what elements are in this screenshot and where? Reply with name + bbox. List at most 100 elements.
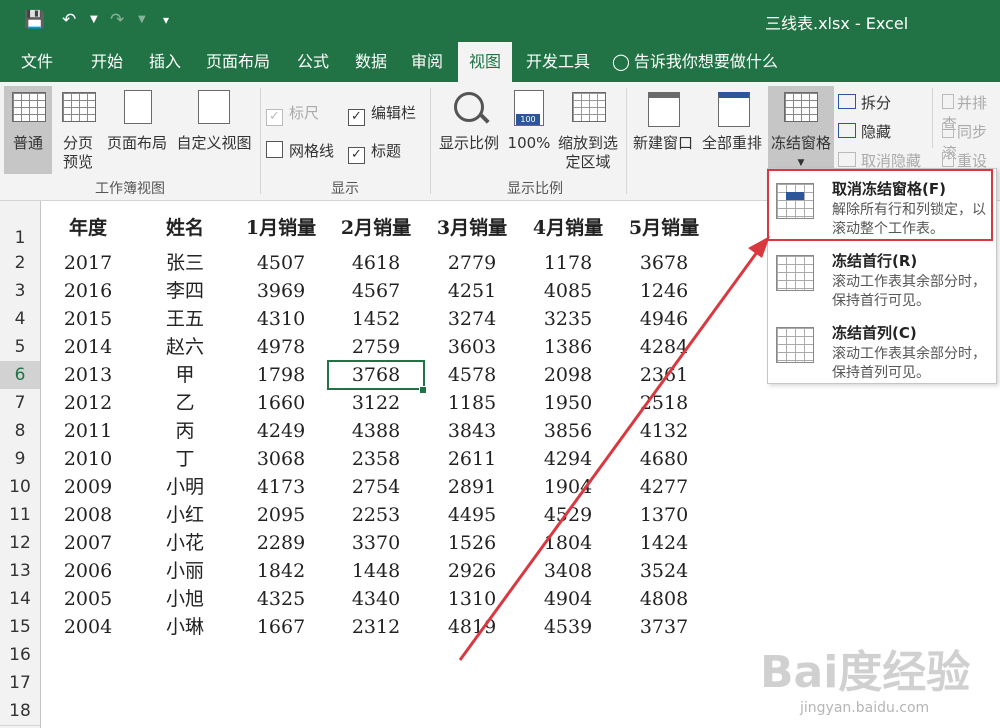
table-cell[interactable]: 1950	[522, 391, 614, 415]
table-cell[interactable]: 4529	[522, 503, 614, 527]
tab-home[interactable]: 开始	[80, 42, 134, 82]
tab-formulas[interactable]: 公式	[286, 42, 340, 82]
redo-icon[interactable]: ↷	[110, 10, 124, 30]
table-cell[interactable]: 小丽	[139, 559, 231, 583]
page-layout-view-button[interactable]: 页面布局	[104, 86, 170, 174]
row-header[interactable]: 7	[0, 389, 40, 418]
headings-checkbox[interactable]: ✓ 标题	[348, 140, 401, 164]
table-cell[interactable]: 1424	[618, 531, 710, 555]
table-cell[interactable]: 4539	[522, 615, 614, 639]
table-cell[interactable]: 小琳	[139, 615, 231, 639]
row-header[interactable]: 13	[0, 557, 40, 586]
row-header[interactable]: 4	[0, 305, 40, 334]
table-cell[interactable]: 2289	[235, 531, 327, 555]
table-cell[interactable]: 3068	[235, 447, 327, 471]
table-cell[interactable]: 2891	[426, 475, 518, 499]
row-header[interactable]: 12	[0, 529, 40, 558]
table-cell[interactable]: 3370	[330, 531, 422, 555]
table-cell[interactable]: 4507	[235, 251, 327, 275]
column-header-cell[interactable]: 4月销量	[522, 213, 614, 243]
table-cell[interactable]: 3843	[426, 419, 518, 443]
table-cell[interactable]: 小明	[139, 475, 231, 499]
column-header-cell[interactable]: 姓名	[139, 213, 231, 243]
row-header[interactable]: 18	[0, 697, 40, 726]
table-cell[interactable]: 1386	[522, 335, 614, 359]
table-cell[interactable]: 小红	[139, 503, 231, 527]
selected-cell[interactable]: 3768	[327, 360, 425, 390]
table-cell[interactable]: 丁	[139, 447, 231, 471]
table-cell[interactable]: 4680	[618, 447, 710, 471]
table-cell[interactable]: 3408	[522, 559, 614, 583]
save-icon[interactable]: 💾	[24, 10, 45, 30]
table-cell[interactable]: 1804	[522, 531, 614, 555]
table-cell[interactable]: 2358	[330, 447, 422, 471]
table-cell[interactable]: 2518	[618, 391, 710, 415]
table-cell[interactable]: 2016	[42, 279, 134, 303]
table-cell[interactable]: 4578	[426, 363, 518, 387]
table-cell[interactable]: 4132	[618, 419, 710, 443]
table-cell[interactable]: 3235	[522, 307, 614, 331]
undo-dropdown-icon[interactable]: ▼	[90, 10, 98, 30]
table-cell[interactable]: 小旭	[139, 587, 231, 611]
hide-button[interactable]: 隐藏	[838, 121, 891, 142]
row-header[interactable]: 17	[0, 669, 40, 698]
table-cell[interactable]: 2015	[42, 307, 134, 331]
tab-page-layout[interactable]: 页面布局	[200, 42, 276, 82]
table-cell[interactable]: 4325	[235, 587, 327, 611]
page-break-preview-button[interactable]: 分页预览	[56, 86, 100, 174]
table-cell[interactable]: 4946	[618, 307, 710, 331]
table-cell[interactable]: 1370	[618, 503, 710, 527]
column-header-cell[interactable]: 5月销量	[618, 213, 710, 243]
table-cell[interactable]: 2779	[426, 251, 518, 275]
table-cell[interactable]: 1904	[522, 475, 614, 499]
row-header[interactable]: 5	[0, 333, 40, 362]
table-cell[interactable]: 2004	[42, 615, 134, 639]
table-cell[interactable]: 2926	[426, 559, 518, 583]
table-cell[interactable]: 1667	[235, 615, 327, 639]
row-header[interactable]: 1	[0, 209, 40, 254]
table-cell[interactable]: 4173	[235, 475, 327, 499]
table-cell[interactable]: 1842	[235, 559, 327, 583]
menu-item-freeze-top-row[interactable]: 冻结首行(R) 滚动工作表其余部分时，保持首行可见。	[768, 241, 996, 309]
table-cell[interactable]: 3274	[426, 307, 518, 331]
table-cell[interactable]: 2013	[42, 363, 134, 387]
table-cell[interactable]: 2010	[42, 447, 134, 471]
table-cell[interactable]: 丙	[139, 419, 231, 443]
table-cell[interactable]: 李四	[139, 279, 231, 303]
table-cell[interactable]: 4277	[618, 475, 710, 499]
table-cell[interactable]: 4340	[330, 587, 422, 611]
normal-view-button[interactable]: 普通	[4, 86, 52, 174]
table-cell[interactable]: 张三	[139, 251, 231, 275]
table-cell[interactable]: 3969	[235, 279, 327, 303]
table-cell[interactable]: 乙	[139, 391, 231, 415]
table-cell[interactable]: 2008	[42, 503, 134, 527]
table-cell[interactable]: 2009	[42, 475, 134, 499]
tab-review[interactable]: 审阅	[400, 42, 454, 82]
table-cell[interactable]: 2012	[42, 391, 134, 415]
row-header[interactable]: 11	[0, 501, 40, 530]
table-cell[interactable]: 2007	[42, 531, 134, 555]
table-cell[interactable]: 1185	[426, 391, 518, 415]
menu-item-freeze-first-column[interactable]: 冻结首列(C) 滚动工作表其余部分时，保持首列可见。	[768, 313, 996, 381]
row-header[interactable]: 2	[0, 249, 40, 278]
table-cell[interactable]: 4978	[235, 335, 327, 359]
tab-view[interactable]: 视图	[458, 42, 512, 82]
tab-insert[interactable]: 插入	[138, 42, 192, 82]
redo-dropdown-icon[interactable]: ▼	[138, 10, 146, 30]
table-cell[interactable]: 4251	[426, 279, 518, 303]
table-cell[interactable]: 2014	[42, 335, 134, 359]
table-cell[interactable]: 2754	[330, 475, 422, 499]
zoom-button[interactable]: 显示比例	[434, 86, 504, 174]
table-cell[interactable]: 1310	[426, 587, 518, 611]
table-cell[interactable]: 1526	[426, 531, 518, 555]
table-cell[interactable]: 甲	[139, 363, 231, 387]
column-header-cell[interactable]: 2月销量	[330, 213, 422, 243]
column-header-cell[interactable]: 1月销量	[235, 213, 327, 243]
customize-quick-access-icon[interactable]: ▾	[163, 10, 169, 30]
custom-views-button[interactable]: 自定义视图	[172, 86, 256, 174]
column-header-cell[interactable]: 3月销量	[426, 213, 518, 243]
table-cell[interactable]: 3603	[426, 335, 518, 359]
table-cell[interactable]: 4284	[618, 335, 710, 359]
row-header[interactable]: 10	[0, 473, 40, 502]
table-cell[interactable]: 2006	[42, 559, 134, 583]
